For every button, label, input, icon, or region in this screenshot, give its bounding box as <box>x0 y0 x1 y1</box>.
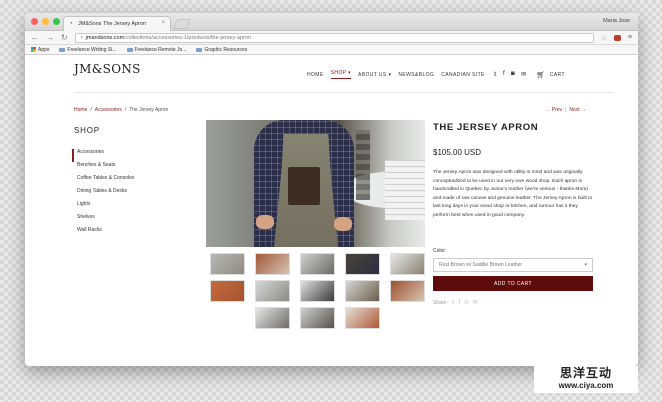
sidebar-item-lights[interactable]: Lights <box>74 201 184 214</box>
pinterest-icon[interactable]: ℗ <box>464 300 468 306</box>
bookmark-folder[interactable]: Freelance Remote Jo... <box>126 47 186 53</box>
nav-news[interactable]: NEWS&BLOG <box>398 72 434 78</box>
breadcrumb: Home / Accessories / The Jersey Apron <box>74 107 169 113</box>
back-arrow-icon[interactable]: ← <box>31 33 39 42</box>
product-title: THE JERSEY APRON <box>433 122 539 133</box>
tab-title: JM&Sons The Jersey Apron <box>78 21 147 27</box>
social-links: 𝕥 f ◙ ✉ <box>494 71 527 78</box>
apps-grid-icon <box>31 47 36 52</box>
product-thumbnail[interactable] <box>299 307 335 329</box>
page-icon: ▫ <box>80 34 83 41</box>
cart-link[interactable]: 🛒︎ CART <box>537 71 565 79</box>
close-window-button[interactable] <box>31 18 38 25</box>
watermark-url: www.ciya.com <box>558 381 614 390</box>
product-details: THE JERSEY APRON $105.00 USD The Jersey … <box>433 122 593 306</box>
bookmark-star-icon[interactable]: ☆ <box>601 34 607 42</box>
product-price: $105.00 USD <box>433 148 482 157</box>
new-tab-button[interactable] <box>173 19 191 29</box>
bookmark-folder[interactable]: Freelance Writing Si... <box>59 47 117 53</box>
product-thumbnail[interactable] <box>254 307 290 329</box>
shop-sidebar: SHOP Accessories Benches & Seats Coffee … <box>72 126 184 240</box>
main-navigation: HOME SHOP ▾ ABOUT US ▾ NEWS&BLOG CANADIA… <box>307 70 565 79</box>
browser-window: ◔ JM&Sons The Jersey Apron × Maria Jose … <box>25 13 638 366</box>
extension-icon[interactable] <box>613 34 621 41</box>
prev-link[interactable]: ← Prev <box>545 107 562 113</box>
browser-titlebar: ◔ JM&Sons The Jersey Apron × Maria Jose <box>25 13 638 31</box>
folder-icon <box>196 47 203 52</box>
product-thumbnail[interactable] <box>389 280 425 302</box>
watermark-text: 思洋互动 <box>559 366 612 380</box>
product-thumbnail[interactable] <box>209 280 245 302</box>
nav-about[interactable]: ABOUT US ▾ <box>358 72 391 78</box>
facebook-icon[interactable]: f <box>459 300 461 306</box>
nav-home[interactable]: HOME <box>307 72 324 78</box>
product-main-image[interactable] <box>206 120 425 247</box>
product-thumbnail[interactable] <box>254 253 290 275</box>
bookmarks-bar: Apps Freelance Writing Si... Freelance R… <box>25 45 638 55</box>
sidebar-item-accessories[interactable]: Accessories <box>72 149 184 162</box>
product-thumbnail[interactable] <box>344 307 380 329</box>
product-thumbnail[interactable] <box>299 280 335 302</box>
product-thumbnail[interactable] <box>209 253 245 275</box>
color-label: Color: <box>433 248 447 254</box>
web-page: JM&SONS HOME SHOP ▾ ABOUT US ▾ NEWS&BLOG… <box>25 55 638 365</box>
product-thumbnail[interactable] <box>389 253 425 275</box>
watermark-logo: 思洋互动 www.ciya.com <box>534 366 638 393</box>
profile-name[interactable]: Maria Jose <box>603 18 630 24</box>
twitter-icon[interactable]: 𝕥 <box>452 299 455 306</box>
breadcrumb-current: The Jersey Apron <box>129 107 169 113</box>
minimize-window-button[interactable] <box>42 18 49 25</box>
url-domain: jmandsons.com <box>85 34 125 41</box>
color-select-value: Rust Brown w/ Saddle Brown Leather <box>439 262 523 268</box>
header-divider <box>74 92 614 93</box>
address-bar[interactable]: ▫ jmandsons.com/collections/accessories-… <box>74 32 594 43</box>
sidebar-item-dining-tables[interactable]: Dining Tables & Desks <box>74 188 184 201</box>
next-link[interactable]: Next → <box>569 107 586 113</box>
add-to-cart-button[interactable]: ADD TO CART <box>433 276 593 291</box>
bookmark-folder[interactable]: Graphic Resources <box>196 47 247 53</box>
sidebar-title: SHOP <box>74 126 100 135</box>
twitter-icon[interactable]: 𝕥 <box>494 71 497 78</box>
product-thumbnail[interactable] <box>299 253 335 275</box>
share-label: Share: <box>433 299 448 306</box>
tab-favicon-icon: ◔ <box>69 21 73 27</box>
folder-icon <box>59 47 66 52</box>
url-path: /collections/accessories-1/products/the-… <box>124 34 252 41</box>
sidebar-item-wall-racks[interactable]: Wall Racks <box>74 227 184 240</box>
sidebar-item-coffee-tables[interactable]: Coffee Tables & Consoles <box>74 175 184 188</box>
sidebar-item-shelves[interactable]: Shelves <box>74 214 184 227</box>
browser-toolbar: ← → ↻ ▫ jmandsons.com/collections/access… <box>25 31 638 45</box>
email-icon[interactable]: ✉ <box>473 299 478 306</box>
product-thumbnail[interactable] <box>254 280 290 302</box>
product-thumbnail[interactable] <box>344 280 380 302</box>
nav-canadian-site[interactable]: CANADIAN SITE <box>441 72 485 78</box>
product-description: The Jersey Apron was designed with utili… <box>433 170 593 218</box>
instagram-icon[interactable]: ◙ <box>511 71 515 78</box>
sidebar-item-benches[interactable]: Benches & Seats <box>74 162 184 175</box>
color-select[interactable]: Rust Brown w/ Saddle Brown Leather ▾ <box>433 258 593 272</box>
email-icon[interactable]: ✉ <box>521 71 526 78</box>
menu-icon[interactable]: ≡ <box>628 34 632 41</box>
breadcrumb-section[interactable]: Accessories <box>95 107 122 113</box>
cart-icon: 🛒︎ <box>536 71 546 79</box>
forward-arrow-icon[interactable]: → <box>46 33 54 42</box>
breadcrumb-home[interactable]: Home <box>74 107 87 113</box>
folder-icon <box>126 47 133 52</box>
tab-close-icon[interactable]: × <box>161 20 165 26</box>
facebook-icon[interactable]: f <box>503 71 505 78</box>
bookmark-apps[interactable]: Apps <box>31 47 49 53</box>
product-thumbnail[interactable] <box>344 253 380 275</box>
site-logo[interactable]: JM&SONS <box>74 62 141 76</box>
share-bar: Share: 𝕥 f ℗ ✉ <box>433 299 593 307</box>
chevron-down-icon: ▾ <box>584 262 587 268</box>
nav-shop[interactable]: SHOP ▾ <box>330 70 351 79</box>
zoom-window-button[interactable] <box>53 18 60 25</box>
product-thumbnails <box>206 253 428 334</box>
product-pagination: ← Prev | Next → <box>545 107 586 113</box>
browser-tab[interactable]: ◔ JM&Sons The Jersey Apron × <box>63 16 171 31</box>
reload-icon[interactable]: ↻ <box>61 33 68 42</box>
window-controls <box>31 18 60 25</box>
